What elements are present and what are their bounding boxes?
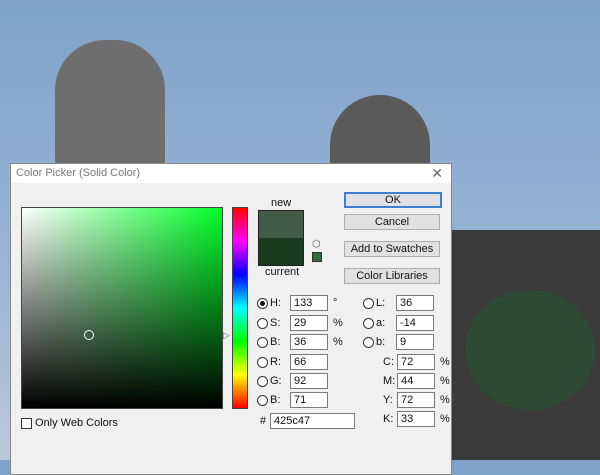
- green-row: G: 92: [257, 373, 328, 389]
- hue-slider[interactable]: [232, 207, 248, 409]
- carrots-image: [465, 290, 595, 410]
- hue-slider-handle-icon[interactable]: ▷: [223, 330, 230, 341]
- hex-label: #: [260, 415, 267, 427]
- cyan-label: C:: [383, 356, 394, 368]
- green-radio[interactable]: [257, 375, 268, 387]
- color-marker[interactable]: [84, 330, 94, 340]
- hex-input[interactable]: 425c47: [270, 413, 355, 429]
- lab-b-input[interactable]: 9: [396, 334, 434, 350]
- lab-b-row: b: 9: [363, 334, 434, 350]
- saturation-input[interactable]: 29: [290, 315, 328, 331]
- blue-label: B:: [270, 394, 281, 406]
- saturation-row: S: 29%: [257, 315, 343, 331]
- magenta-row: M: 44%: [383, 373, 450, 389]
- lab-a-input[interactable]: -14: [396, 315, 434, 331]
- photo-man: [55, 40, 165, 170]
- only-web-colors-checkbox[interactable]: Only Web Colors: [21, 417, 118, 429]
- hex-row: #425c47: [260, 413, 355, 429]
- black-unit: %: [440, 413, 450, 425]
- yellow-row: Y: 72%: [383, 392, 450, 408]
- color-picker-dialog: Color Picker (Solid Color) ✕ ▷ new curre…: [10, 163, 452, 475]
- only-web-colors-label: Only Web Colors: [35, 417, 118, 429]
- blue-radio[interactable]: [257, 394, 268, 406]
- web-safe-swatch-icon[interactable]: [312, 252, 322, 262]
- hue-label: H:: [270, 297, 281, 309]
- black-row: K: 33%: [383, 411, 450, 427]
- brightness-unit: %: [333, 336, 343, 348]
- red-input[interactable]: 66: [290, 354, 328, 370]
- green-label: G:: [270, 375, 282, 387]
- saturation-radio[interactable]: [257, 317, 268, 329]
- color-libraries-button[interactable]: Color Libraries: [344, 268, 440, 284]
- yellow-unit: %: [440, 394, 450, 406]
- red-radio[interactable]: [257, 356, 268, 368]
- cyan-input[interactable]: 72: [397, 354, 435, 370]
- cyan-row: C: 72%: [383, 354, 450, 370]
- brightness-label: B:: [270, 336, 281, 348]
- lab-a-row: a: -14: [363, 315, 434, 331]
- hue-row: H: 133 °: [257, 295, 343, 311]
- out-of-gamut-cube-icon[interactable]: ⬡: [312, 239, 321, 250]
- magenta-input[interactable]: 44: [397, 373, 435, 389]
- dialog-title: Color Picker (Solid Color): [16, 167, 141, 179]
- brightness-radio[interactable]: [257, 336, 268, 348]
- close-icon[interactable]: ✕: [431, 164, 443, 183]
- current-color-swatch[interactable]: [259, 238, 303, 265]
- lab-a-radio[interactable]: [363, 317, 374, 329]
- magenta-label: M:: [383, 375, 396, 387]
- lab-l-row: L: 36: [363, 295, 434, 311]
- red-label: R:: [270, 356, 281, 368]
- lab-l-radio[interactable]: [363, 297, 374, 309]
- magenta-unit: %: [440, 375, 450, 387]
- green-input[interactable]: 92: [290, 373, 328, 389]
- cyan-unit: %: [440, 356, 450, 368]
- yellow-input[interactable]: 72: [397, 392, 435, 408]
- new-label: new: [271, 197, 292, 209]
- photo-woman: [330, 95, 430, 170]
- hue-radio[interactable]: [257, 297, 268, 309]
- hue-input[interactable]: 133: [290, 295, 328, 311]
- add-to-swatches-button[interactable]: Add to Swatches: [344, 241, 440, 257]
- brightness-row: B: 36%: [257, 334, 343, 350]
- blue-input[interactable]: 71: [290, 392, 328, 408]
- yellow-label: Y:: [383, 394, 393, 406]
- blue-row: B: 71: [257, 392, 328, 408]
- color-field[interactable]: [21, 207, 223, 409]
- color-preview: [258, 210, 304, 266]
- lab-l-label: L:: [376, 297, 386, 309]
- lab-b-label: b:: [376, 336, 386, 348]
- ok-button[interactable]: OK: [344, 192, 442, 208]
- title-bar: Color Picker (Solid Color) ✕: [11, 164, 451, 183]
- cancel-button[interactable]: Cancel: [344, 214, 440, 230]
- checkbox-box[interactable]: [21, 417, 32, 429]
- saturation-unit: %: [333, 317, 343, 329]
- new-color-swatch: [259, 211, 303, 238]
- red-row: R: 66: [257, 354, 328, 370]
- black-label: K:: [383, 413, 394, 425]
- lab-a-label: a:: [376, 317, 386, 329]
- brightness-input[interactable]: 36: [290, 334, 328, 350]
- saturation-label: S:: [270, 317, 281, 329]
- lab-l-input[interactable]: 36: [396, 295, 434, 311]
- black-input[interactable]: 33: [397, 411, 435, 427]
- hue-unit: °: [333, 297, 338, 309]
- current-label: current: [265, 266, 300, 278]
- lab-b-radio[interactable]: [363, 336, 374, 348]
